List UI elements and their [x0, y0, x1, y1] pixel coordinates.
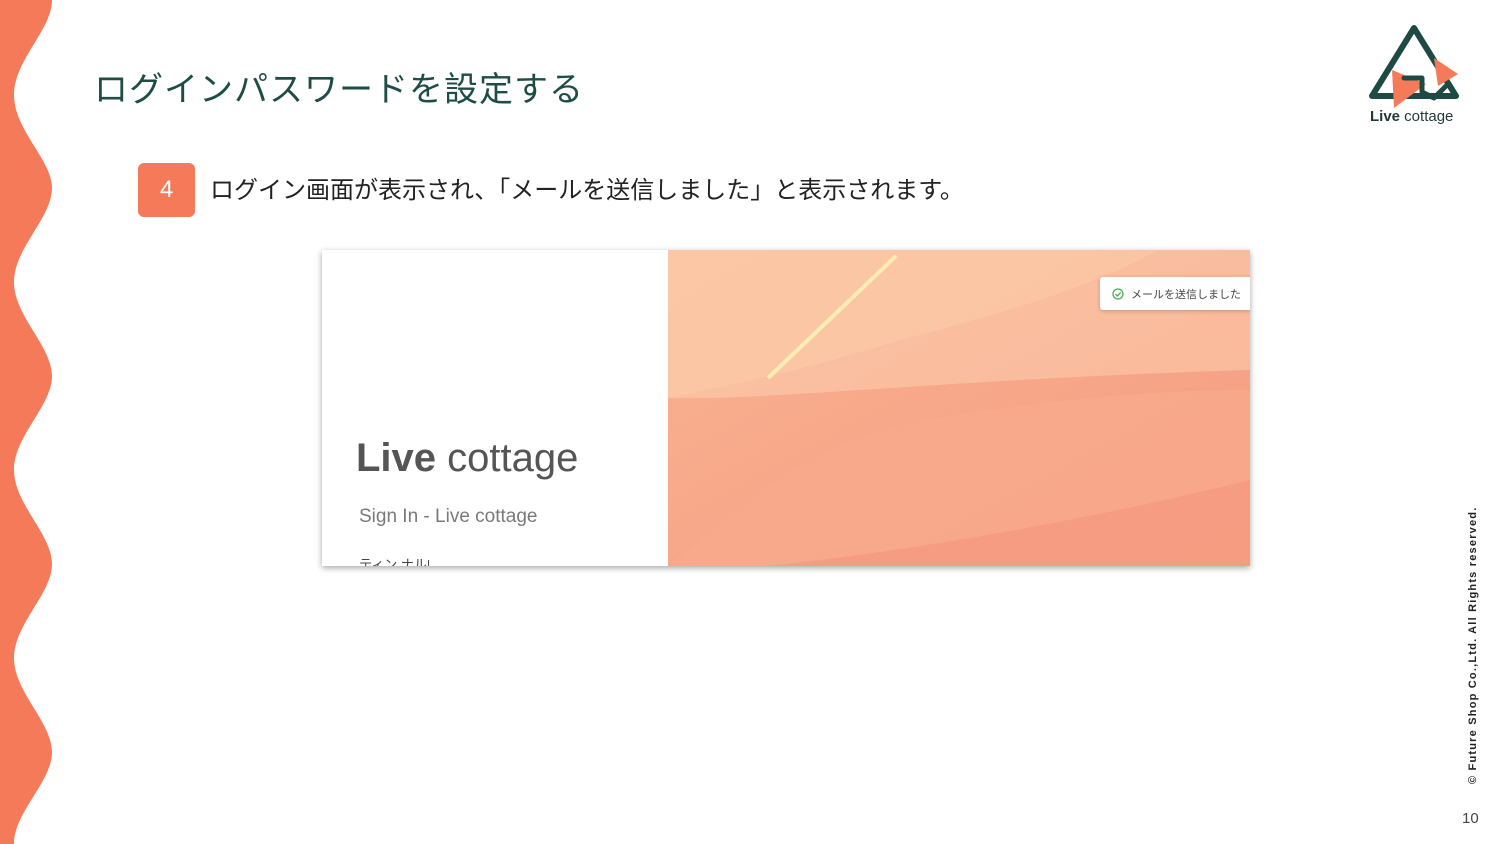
- login-brand-bold: Live: [356, 436, 437, 480]
- step-number-badge: 4: [138, 163, 195, 217]
- decorative-background-panel: メールを送信しました: [668, 250, 1250, 566]
- step-instruction-text: ログイン画面が表示され、「メールを送信しました」と表示されます。: [210, 176, 964, 204]
- decorative-wave-border: [0, 0, 52, 844]
- check-circle-icon: [1112, 287, 1124, 300]
- login-brand-light: cottage: [436, 436, 579, 480]
- login-screenshot: Live cottage Sign In - Live cottage ティン …: [322, 250, 1250, 566]
- account-id-label: ティン ナルID: [359, 557, 429, 566]
- logo-brand-name: Live cottage: [1370, 108, 1453, 125]
- copyright-notice: © Future Shop Co.,Ltd. All Rights reserv…: [1467, 506, 1479, 784]
- toast-message: メールを送信しました: [1131, 287, 1241, 301]
- slide-title: ログインパスワードを設定する: [94, 70, 584, 110]
- login-brand-logo: Live cottage: [356, 436, 578, 481]
- page-number: 10: [1462, 810, 1479, 827]
- toast-notification: メールを送信しました: [1100, 277, 1250, 310]
- logo-brand-light: cottage: [1400, 108, 1454, 125]
- logo-brand-bold: Live: [1370, 108, 1401, 125]
- signin-heading: Sign In - Live cottage: [359, 506, 538, 527]
- login-panel: Live cottage Sign In - Live cottage ティン …: [322, 250, 668, 566]
